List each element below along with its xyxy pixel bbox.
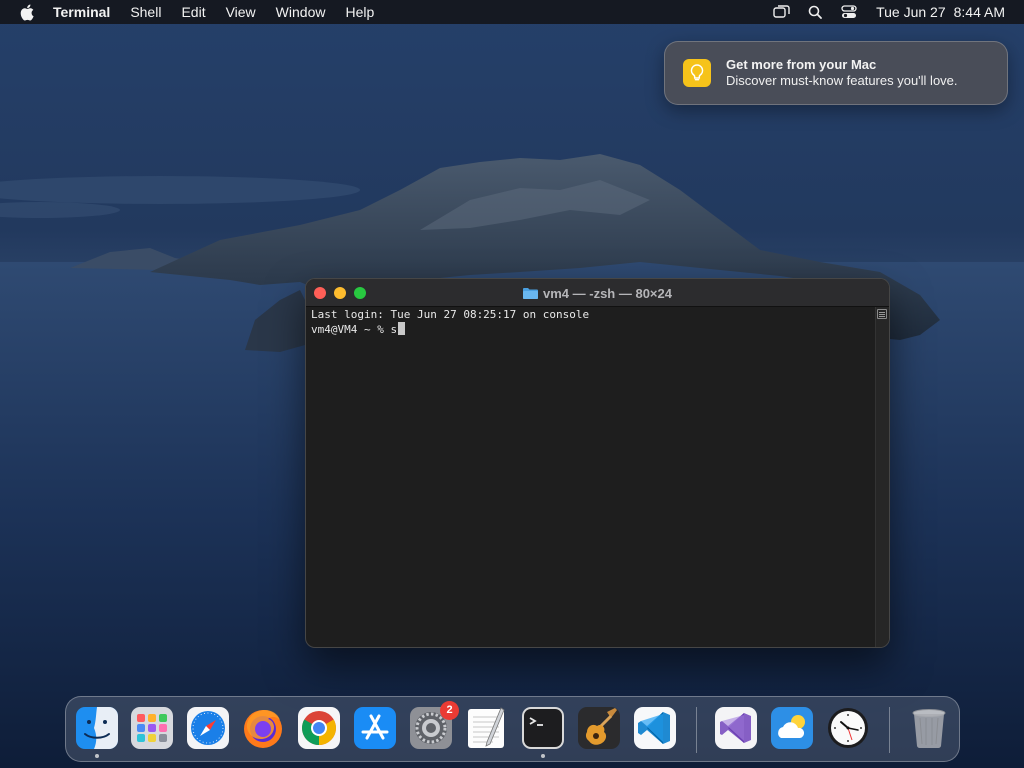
menu-bar: Terminal Shell Edit View Window Help Tue… [0,0,1024,24]
notification-badge: 2 [440,701,459,720]
dock-item-launchpad[interactable] [130,706,174,750]
tips-notification[interactable]: Get more from your Mac Discover must-kno… [664,41,1008,105]
menu-window[interactable]: Window [266,0,336,24]
scrollback-menu-icon[interactable] [877,309,887,319]
terminal-cursor [398,322,406,335]
menubar-date: Tue Jun 27 [876,4,946,20]
dock-item-safari[interactable] [186,706,230,750]
zoom-window-button[interactable] [354,286,366,299]
menu-app-name[interactable]: Terminal [53,0,120,24]
dock-separator [696,707,697,753]
firefox-icon [244,710,282,748]
notification-body: Discover must-know features you'll love. [726,73,958,88]
terminal-titlebar[interactable]: vm4 — -zsh — 80×24 [306,279,889,307]
running-indicator [95,754,99,758]
running-indicator [541,754,545,758]
menu-edit[interactable]: Edit [171,0,215,24]
menubar-time: 8:44 AM [953,4,1005,20]
textedit-icon [468,707,505,748]
minimize-window-button[interactable] [334,286,346,299]
dock-item-clock[interactable] [826,706,870,750]
dock-item-visual-studio[interactable] [714,706,758,750]
terminal-prompt-text: vm4@VM4 ~ % s [311,323,398,336]
notification-title: Get more from your Mac [726,57,877,72]
terminal-output[interactable]: Last login: Tue Jun 27 08:25:17 on conso… [306,307,875,647]
dock-item-finder[interactable] [75,706,119,758]
terminal-window-title: vm4 — -zsh — 80×24 [543,285,672,301]
dock-item-chrome[interactable] [297,706,341,750]
vscode-icon [634,707,676,749]
chrome-icon [298,707,340,749]
spotlight-search-icon[interactable] [804,0,826,24]
dock-item-textedit[interactable] [464,706,508,750]
terminal-line: Last login: Tue Jun 27 08:25:17 on conso… [311,308,590,321]
dock-item-trash[interactable] [907,706,951,750]
dock-item-weather[interactable] [770,706,814,750]
trash-icon [912,709,946,749]
dock-item-garageband[interactable] [577,706,621,750]
dock-separator [889,707,890,753]
terminal-prompt-line: vm4@VM4 ~ % s [311,322,870,337]
terminal-window[interactable]: vm4 — -zsh — 80×24 Last login: Tue Jun 2… [305,278,890,648]
launchpad-icon [131,707,173,749]
screen-mirroring-icon[interactable] [770,0,792,24]
visual-studio-icon [715,707,757,749]
folder-icon [523,288,538,299]
weather-icon [771,707,813,749]
dock-item-terminal[interactable] [521,706,565,758]
control-center-icon[interactable] [838,0,860,24]
dock-item-firefox[interactable] [241,706,285,750]
close-window-button[interactable] [314,286,326,299]
terminal-scrollbar[interactable] [875,307,889,647]
safari-icon [187,707,229,749]
menu-shell[interactable]: Shell [120,0,171,24]
menubar-clock[interactable]: Tue Jun 27 8:44 AM [876,4,1005,20]
apple-logo-icon[interactable] [17,2,37,22]
clock-icon [828,708,868,748]
menu-help[interactable]: Help [335,0,384,24]
dock-item-app-store[interactable] [353,706,397,750]
garageband-icon [578,707,620,749]
dock: 2 [65,696,960,762]
app-store-icon [354,707,396,749]
dock-item-vscode[interactable] [633,706,677,750]
finder-icon [76,707,118,749]
tips-lightbulb-icon [683,59,711,87]
terminal-icon [522,707,564,749]
menu-view[interactable]: View [216,0,266,24]
dock-item-system-settings[interactable]: 2 [409,701,459,750]
